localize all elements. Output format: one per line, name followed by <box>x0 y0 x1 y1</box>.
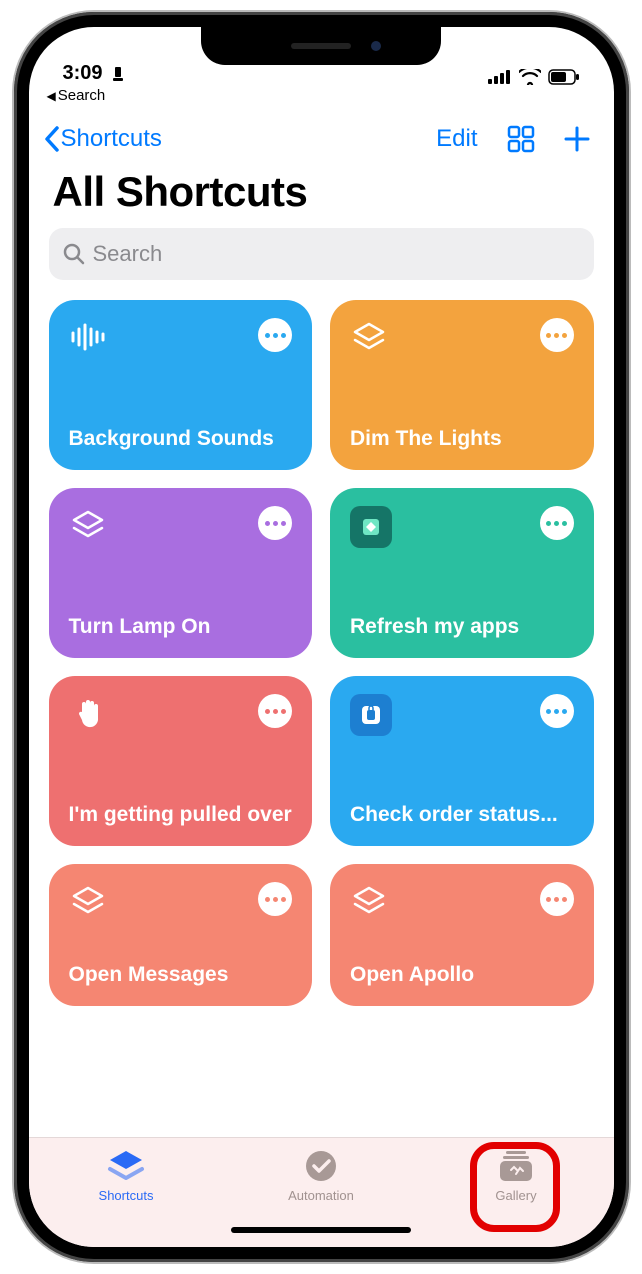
home-indicator[interactable] <box>231 1227 411 1233</box>
tab-gallery[interactable]: Gallery <box>456 1148 576 1203</box>
card-background-sounds[interactable]: Background Sounds <box>49 300 313 470</box>
appstore-icon <box>350 694 392 736</box>
tab-automation[interactable]: Automation <box>261 1148 381 1203</box>
search-icon <box>63 243 85 265</box>
card-label: Turn Lamp On <box>69 614 293 640</box>
back-label: Shortcuts <box>61 125 162 153</box>
add-button[interactable] <box>562 124 592 154</box>
chevron-left-icon <box>43 125 61 153</box>
card-open-messages[interactable]: Open Messages <box>49 864 313 1006</box>
card-more-button[interactable] <box>258 506 292 540</box>
edit-button[interactable]: Edit <box>436 125 477 153</box>
tab-shortcuts[interactable]: Shortcuts <box>66 1148 186 1203</box>
page-title: All Shortcuts <box>29 160 614 228</box>
tab-label: Shortcuts <box>99 1188 154 1203</box>
shortcuts-tab-icon <box>106 1148 146 1184</box>
status-time: 3:09 <box>63 62 103 85</box>
diamond-icon <box>350 506 392 548</box>
card-more-button[interactable] <box>258 318 292 352</box>
card-label: I'm getting pulled over <box>69 802 293 828</box>
card-label: Open Messages <box>69 962 293 988</box>
card-more-button[interactable] <box>258 694 292 728</box>
back-button[interactable]: Shortcuts <box>43 125 162 153</box>
card-more-button[interactable] <box>540 882 574 916</box>
card-more-button[interactable] <box>540 506 574 540</box>
card-label: Dim The Lights <box>350 426 574 452</box>
tab-label: Gallery <box>495 1188 536 1203</box>
card-label: Refresh my apps <box>350 614 574 640</box>
back-app-label: Search <box>58 87 106 104</box>
location-icon <box>111 66 125 82</box>
view-grid-button[interactable] <box>506 124 536 154</box>
back-to-app[interactable]: ◀ Search <box>29 87 614 110</box>
card-turn-lamp-on[interactable]: Turn Lamp On <box>49 488 313 658</box>
search-input[interactable]: Search <box>49 228 594 280</box>
card-open-apollo[interactable]: Open Apollo <box>330 864 594 1006</box>
shortcuts-grid: Background Sounds Dim The Lights <box>29 296 614 1137</box>
card-label: Background Sounds <box>69 426 293 452</box>
card-label: Check order status... <box>350 802 574 828</box>
card-refresh-my-apps[interactable]: Refresh my apps <box>330 488 594 658</box>
waveform-icon <box>69 318 107 356</box>
card-dim-the-lights[interactable]: Dim The Lights <box>330 300 594 470</box>
gallery-tab-icon <box>497 1148 535 1184</box>
battery-icon <box>548 69 580 85</box>
cellular-icon <box>488 70 512 84</box>
back-triangle-icon: ◀ <box>47 89 56 103</box>
card-more-button[interactable] <box>540 694 574 728</box>
layers-icon <box>69 882 107 920</box>
tab-bar: Shortcuts Automation Gallery <box>29 1137 614 1247</box>
card-check-order-status[interactable]: Check order status... <box>330 676 594 846</box>
card-more-button[interactable] <box>258 882 292 916</box>
layers-icon <box>350 882 388 920</box>
nav-bar: Shortcuts Edit <box>29 110 614 160</box>
tab-label: Automation <box>288 1188 354 1203</box>
automation-tab-icon <box>303 1148 339 1184</box>
layers-icon <box>69 506 107 544</box>
card-more-button[interactable] <box>540 318 574 352</box>
wifi-icon <box>519 69 541 85</box>
hand-icon <box>69 694 107 732</box>
search-placeholder: Search <box>93 241 163 267</box>
layers-icon <box>350 318 388 356</box>
card-label: Open Apollo <box>350 962 574 988</box>
card-pulled-over[interactable]: I'm getting pulled over <box>49 676 313 846</box>
